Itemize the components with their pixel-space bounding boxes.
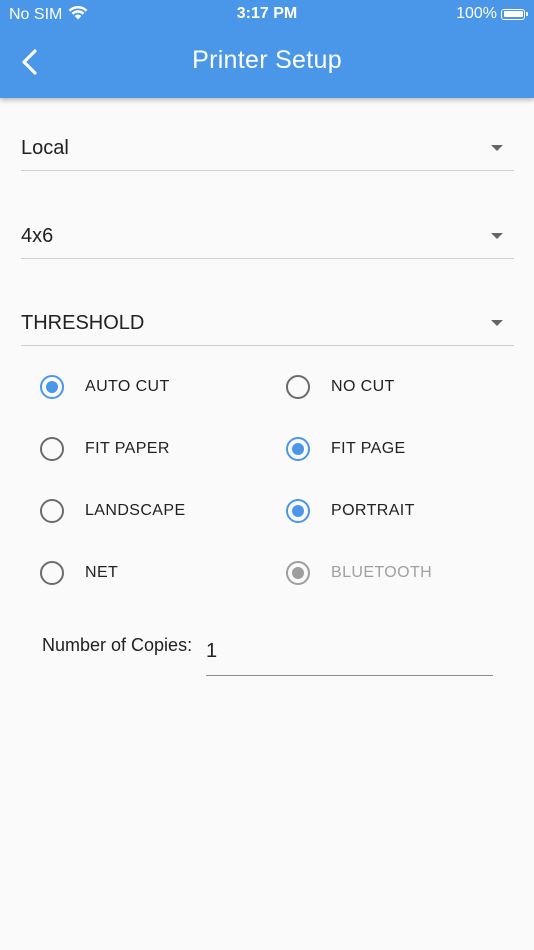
net-option[interactable]: NET bbox=[40, 553, 118, 593]
fit-paper-option[interactable]: FIT PAPER bbox=[40, 429, 170, 469]
net-label: NET bbox=[85, 564, 119, 581]
dropdown-arrow-icon bbox=[491, 320, 503, 326]
fit-page-label: FIT PAGE bbox=[331, 440, 406, 457]
landscape-label: LANDSCAPE bbox=[85, 502, 186, 519]
copies-input[interactable] bbox=[206, 628, 493, 676]
no-cut-radio[interactable] bbox=[286, 375, 310, 399]
battery-icon bbox=[501, 8, 528, 20]
status-bar: No SIM 3:17 PM 100% bbox=[0, 0, 534, 28]
paper-size-dropdown[interactable]: 4x6 bbox=[21, 213, 514, 259]
battery-percent: 100% bbox=[456, 5, 497, 22]
page-title: Printer Setup bbox=[192, 46, 342, 74]
printer-type-dropdown[interactable]: Local bbox=[21, 125, 514, 171]
portrait-option[interactable]: PORTRAIT bbox=[286, 491, 415, 531]
paper-size-value: 4x6 bbox=[21, 225, 54, 247]
fit-paper-label: FIT PAPER bbox=[85, 440, 170, 457]
bluetooth-radio bbox=[286, 561, 310, 585]
landscape-radio[interactable] bbox=[40, 499, 64, 523]
printer-type-value: Local bbox=[21, 137, 69, 159]
dither-mode-value: THRESHOLD bbox=[21, 312, 145, 334]
auto-cut-label: AUTO CUT bbox=[85, 378, 170, 395]
landscape-option[interactable]: LANDSCAPE bbox=[40, 491, 186, 531]
bluetooth-label: BLUETOOTH bbox=[331, 564, 433, 581]
auto-cut-radio[interactable] bbox=[40, 375, 64, 399]
fit-paper-radio[interactable] bbox=[40, 437, 64, 461]
status-right: 100% bbox=[456, 5, 528, 23]
fit-page-option[interactable]: FIT PAGE bbox=[286, 429, 406, 469]
portrait-label: PORTRAIT bbox=[331, 502, 415, 519]
app-bar: No SIM 3:17 PM 100% Printer Setup bbox=[0, 0, 534, 98]
fit-page-radio[interactable] bbox=[286, 437, 310, 461]
status-time: 3:17 PM bbox=[236, 5, 298, 22]
bluetooth-option: BLUETOOTH bbox=[286, 553, 432, 593]
dropdown-arrow-icon bbox=[491, 145, 503, 151]
no-cut-option[interactable]: NO CUT bbox=[286, 367, 395, 407]
no-cut-label: NO CUT bbox=[331, 378, 395, 395]
auto-cut-option[interactable]: AUTO CUT bbox=[40, 367, 170, 407]
dropdown-arrow-icon bbox=[491, 233, 503, 239]
portrait-radio[interactable] bbox=[286, 499, 310, 523]
net-radio[interactable] bbox=[40, 561, 64, 585]
dither-mode-dropdown[interactable]: THRESHOLD bbox=[21, 300, 514, 346]
copies-label: Number of Copies: bbox=[42, 635, 193, 655]
